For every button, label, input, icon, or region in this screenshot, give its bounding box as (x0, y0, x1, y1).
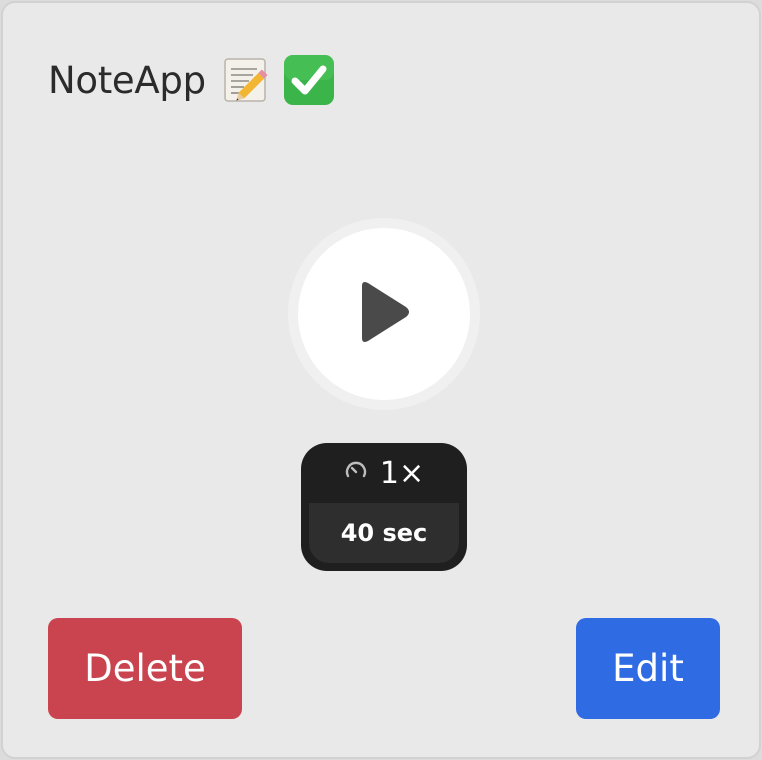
delete-button[interactable]: Delete (48, 618, 242, 719)
duration-area: 40 sec (309, 503, 459, 563)
note-header: NoteApp (48, 51, 336, 109)
notepad-pencil-icon (222, 55, 272, 105)
play-button[interactable] (288, 218, 480, 410)
speed-label: 1× (379, 455, 425, 491)
check-mark-button-icon (282, 53, 336, 107)
speed-control[interactable]: 1× (301, 443, 467, 503)
note-card: NoteApp 1× 40 sec Delete Edit (1, 1, 761, 759)
gauge-icon (344, 459, 368, 488)
edit-button[interactable]: Edit (576, 618, 720, 719)
duration-label: 40 sec (340, 519, 428, 547)
app-title: NoteApp (48, 58, 206, 102)
play-button-face (298, 228, 470, 400)
play-icon (354, 280, 414, 349)
playback-info-badge[interactable]: 1× 40 sec (301, 443, 467, 571)
